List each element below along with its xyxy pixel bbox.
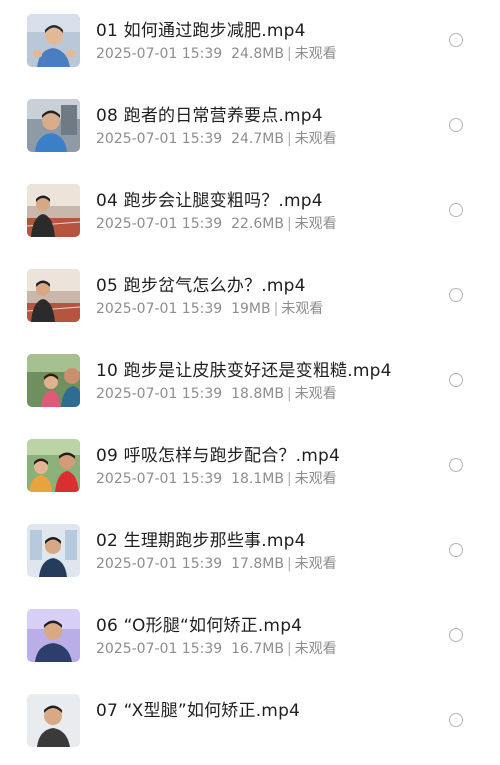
watch-status: 未观看: [294, 641, 337, 657]
video-date: 2025-07-01 15:39: [96, 386, 223, 402]
select-radio[interactable]: [449, 33, 463, 47]
select-radio[interactable]: [449, 203, 463, 217]
list-item[interactable]: 01 如何通过跑步减肥.mp4 2025-07-01 15:39 24.8MB |…: [0, 0, 500, 85]
video-thumbnail: [27, 609, 80, 662]
list-item[interactable]: 06 “O形腿“如何矫正.mp4 2025-07-01 15:39 16.7MB…: [0, 595, 500, 680]
list-item[interactable]: 07 “X型腿”如何矫正.mp4: [0, 680, 500, 765]
watch-status: 未观看: [294, 471, 337, 487]
video-meta: 2025-07-01 15:39 22.6MB | 未观看: [96, 213, 337, 233]
video-title: 07 “X型腿”如何矫正.mp4: [96, 701, 301, 721]
watch-status: 未观看: [294, 131, 337, 147]
video-date: 2025-07-01 15:39: [96, 131, 223, 147]
video-meta: 2025-07-01 15:39 18.8MB | 未观看: [96, 383, 337, 403]
list-item[interactable]: 05 跑步岔气怎么办？.mp4 2025-07-01 15:39 19MB | 未观…: [0, 255, 500, 340]
list-item[interactable]: 08 跑者的日常营养要点.mp4 2025-07-01 15:39 24.7MB…: [0, 85, 500, 170]
video-meta: 2025-07-01 15:39 16.7MB | 未观看: [96, 638, 337, 658]
video-thumbnail: [27, 524, 80, 577]
watch-status: 未观看: [294, 386, 337, 402]
divider: |: [286, 556, 292, 572]
divider: |: [286, 216, 292, 232]
video-size: 22.6MB: [231, 216, 284, 232]
divider: |: [286, 471, 292, 487]
video-date: 2025-07-01 15:39: [96, 301, 223, 317]
list-item[interactable]: 10 跑步是让皮肤变好还是变粗糙.mp4 2025-07-01 15:39 18…: [0, 340, 500, 425]
divider: |: [286, 386, 292, 402]
select-radio[interactable]: [449, 458, 463, 472]
video-date: 2025-07-01 15:39: [96, 641, 223, 657]
video-title: 10 跑步是让皮肤变好还是变粗糙.mp4: [96, 361, 392, 381]
video-thumbnail: [27, 184, 80, 237]
video-meta: 2025-07-01 15:39 24.7MB | 未观看: [96, 128, 337, 148]
watch-status: 未观看: [294, 556, 337, 572]
video-size: 19MB: [231, 301, 271, 317]
divider: |: [286, 131, 292, 147]
divider: |: [286, 46, 292, 62]
video-size: 16.7MB: [231, 641, 284, 657]
select-radio[interactable]: [449, 713, 463, 727]
list-item[interactable]: 02 生理期跑步那些事.mp4 2025-07-01 15:39 17.8MB |…: [0, 510, 500, 595]
video-date: 2025-07-01 15:39: [96, 556, 223, 572]
video-title: 02 生理期跑步那些事.mp4: [96, 531, 306, 551]
video-meta: 2025-07-01 15:39 24.8MB | 未观看: [96, 43, 337, 63]
video-thumbnail: [27, 14, 80, 67]
video-size: 18.1MB: [231, 471, 284, 487]
select-radio[interactable]: [449, 628, 463, 642]
video-meta: 2025-07-01 15:39 18.1MB | 未观看: [96, 468, 337, 488]
video-size: 17.8MB: [231, 556, 284, 572]
divider: |: [286, 641, 292, 657]
video-date: 2025-07-01 15:39: [96, 216, 223, 232]
video-title: 01 如何通过跑步减肥.mp4: [96, 21, 306, 41]
divider: |: [273, 301, 279, 317]
video-title: 08 跑者的日常营养要点.mp4: [96, 106, 323, 126]
select-radio[interactable]: [449, 373, 463, 387]
video-size: 24.8MB: [231, 46, 284, 62]
select-radio[interactable]: [449, 543, 463, 557]
video-thumbnail: [27, 269, 80, 322]
watch-status: 未观看: [294, 216, 337, 232]
video-meta: 2025-07-01 15:39 19MB | 未观看: [96, 298, 323, 318]
video-meta: 2025-07-01 15:39 17.8MB | 未观看: [96, 553, 337, 573]
list-item[interactable]: 09 呼吸怎样与跑步配合？.mp4 2025-07-01 15:39 18.1M…: [0, 425, 500, 510]
video-title: 09 呼吸怎样与跑步配合？.mp4: [96, 446, 341, 466]
video-size: 24.7MB: [231, 131, 284, 147]
video-title: 06 “O形腿“如何矫正.mp4: [96, 616, 303, 636]
video-title: 05 跑步岔气怎么办？.mp4: [96, 276, 306, 296]
video-thumbnail: [27, 439, 80, 492]
video-date: 2025-07-01 15:39: [96, 46, 223, 62]
video-title: 04 跑步会让腿变粗吗？.mp4: [96, 191, 323, 211]
select-radio[interactable]: [449, 288, 463, 302]
video-size: 18.8MB: [231, 386, 284, 402]
list-item[interactable]: 04 跑步会让腿变粗吗？.mp4 2025-07-01 15:39 22.6MB…: [0, 170, 500, 255]
select-radio[interactable]: [449, 118, 463, 132]
video-date: 2025-07-01 15:39: [96, 471, 223, 487]
video-thumbnail: [27, 99, 80, 152]
video-thumbnail: [27, 694, 80, 747]
watch-status: 未观看: [294, 46, 337, 62]
video-thumbnail: [27, 354, 80, 407]
watch-status: 未观看: [281, 301, 324, 317]
